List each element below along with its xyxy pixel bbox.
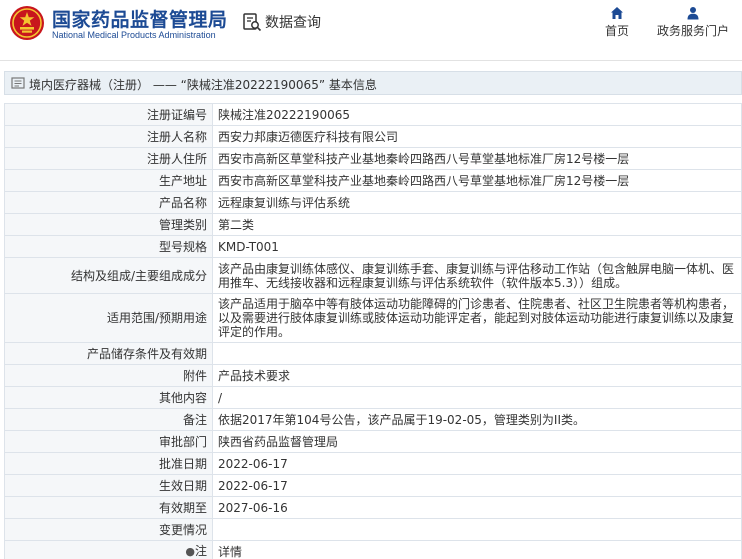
field-key: 生产地址 xyxy=(4,169,213,192)
field-key: 型号规格 xyxy=(4,235,213,258)
breadcrumb-text: 境内医疗器械（注册） —— “陕械注准20222190065” 基本信息 xyxy=(29,78,377,92)
field-value: 2027-06-16 xyxy=(212,496,742,519)
detail-table: 注册证编号 陕械注准20222190065 注册人名称 西安力邦康迈德医疗科技有限公… xyxy=(4,103,742,559)
table-row: 批准日期 2022-06-17 xyxy=(4,452,742,475)
field-value: KMD-T001 xyxy=(212,235,742,258)
field-key-note: ●注 xyxy=(4,540,213,559)
document-icon xyxy=(11,77,25,89)
table-row: 注册人住所 西安市高新区草堂科技产业基地秦岭四路西八号草堂基地标准厂房12号楼一层 xyxy=(4,147,742,170)
data-query-icon xyxy=(243,13,262,32)
field-key: 注册人住所 xyxy=(4,147,213,170)
field-value: 西安力邦康迈德医疗科技有限公司 xyxy=(212,125,742,148)
breadcrumb: 境内医疗器械（注册） —— “陕械注准20222190065” 基本信息 xyxy=(4,71,742,95)
field-value xyxy=(212,342,742,365)
field-value: / xyxy=(212,386,742,409)
table-row: 变更情况 xyxy=(4,518,742,541)
national-emblem-icon xyxy=(10,6,44,40)
field-key: 其他内容 xyxy=(4,386,213,409)
table-row: 产品名称 远程康复训练与评估系统 xyxy=(4,191,742,214)
nav-gov-label: 政务服务门户 xyxy=(656,24,729,38)
field-value xyxy=(212,518,742,541)
field-key: 注册人名称 xyxy=(4,125,213,148)
field-value: 依据2017年第104号公告，该产品属于19-02-05，管理类别为II类。 xyxy=(212,408,742,431)
data-query-link[interactable]: 数据查询 xyxy=(265,12,321,32)
field-key: 结构及组成/主要组成成分 xyxy=(4,257,213,294)
field-value: 西安市高新区草堂科技产业基地秦岭四路西八号草堂基地标准厂房12号楼一层 xyxy=(212,169,742,192)
field-value: 西安市高新区草堂科技产业基地秦岭四路西八号草堂基地标准厂房12号楼一层 xyxy=(212,147,742,170)
home-icon xyxy=(611,7,623,19)
field-key: 变更情况 xyxy=(4,518,213,541)
field-value: 该产品适用于脑卒中等有肢体运动功能障碍的门诊患者、住院患者、社区卫生院患者等机构… xyxy=(212,293,742,343)
field-key: 有效期至 xyxy=(4,496,213,519)
user-icon xyxy=(687,7,699,20)
field-value: 该产品由康复训练体感仪、康复训练手套、康复训练与评估移动工作站（包含触屏电脑一体… xyxy=(212,257,742,294)
details-link[interactable]: 详情 xyxy=(212,540,742,559)
header-divider xyxy=(0,60,742,61)
field-value: 2022-06-17 xyxy=(212,474,742,497)
table-row: 有效期至 2027-06-16 xyxy=(4,496,742,519)
site-header: 国家药品监督管理局 National Medical Products Admi… xyxy=(0,0,742,48)
table-row: 生产地址 西安市高新区草堂科技产业基地秦岭四路西八号草堂基地标准厂房12号楼一层 xyxy=(4,169,742,192)
table-row: 其他内容 / xyxy=(4,386,742,409)
note-label: 注 xyxy=(194,544,207,558)
field-key: 附件 xyxy=(4,364,213,387)
field-value: 第二类 xyxy=(212,213,742,236)
field-value: 产品技术要求 xyxy=(212,364,742,387)
nav-home[interactable]: 首页 xyxy=(600,6,634,39)
field-value: 陕西省药品监督管理局 xyxy=(212,430,742,453)
table-row: 备注 依据2017年第104号公告，该产品属于19-02-05，管理类别为II类。 xyxy=(4,408,742,431)
field-key: 产品储存条件及有效期 xyxy=(4,342,213,365)
org-name-cn: 国家药品监督管理局 xyxy=(52,9,228,31)
nav-gov-service[interactable]: 政务服务门户 xyxy=(655,6,731,39)
table-row: 型号规格 KMD-T001 xyxy=(4,235,742,258)
field-key: 管理类别 xyxy=(4,213,213,236)
table-row: 产品储存条件及有效期 xyxy=(4,342,742,365)
org-name-en: National Medical Products Administration xyxy=(52,30,216,40)
table-row: ●注 详情 xyxy=(4,540,742,559)
nav-home-label: 首页 xyxy=(604,24,629,38)
table-row: 管理类别 第二类 xyxy=(4,213,742,236)
table-row: 结构及组成/主要组成成分 该产品由康复训练体感仪、康复训练手套、康复训练与评估移动… xyxy=(4,257,742,294)
field-key: 批准日期 xyxy=(4,452,213,475)
table-row: 审批部门 陕西省药品监督管理局 xyxy=(4,430,742,453)
field-value: 2022-06-17 xyxy=(212,452,742,475)
field-value: 陕械注准20222190065 xyxy=(212,103,742,126)
field-key: 审批部门 xyxy=(4,430,213,453)
lightbulb-icon: ● xyxy=(185,545,195,558)
field-key: 注册证编号 xyxy=(4,103,213,126)
field-value: 远程康复训练与评估系统 xyxy=(212,191,742,214)
field-key: 适用范围/预期用途 xyxy=(4,293,213,343)
table-row: 生效日期 2022-06-17 xyxy=(4,474,742,497)
field-key: 产品名称 xyxy=(4,191,213,214)
table-row: 附件 产品技术要求 xyxy=(4,364,742,387)
table-row: 注册证编号 陕械注准20222190065 xyxy=(4,103,742,126)
field-key: 备注 xyxy=(4,408,213,431)
field-key: 生效日期 xyxy=(4,474,213,497)
table-row: 注册人名称 西安力邦康迈德医疗科技有限公司 xyxy=(4,125,742,148)
table-row: 适用范围/预期用途 该产品适用于脑卒中等有肢体运动功能障碍的门诊患者、住院患者、社… xyxy=(4,293,742,343)
